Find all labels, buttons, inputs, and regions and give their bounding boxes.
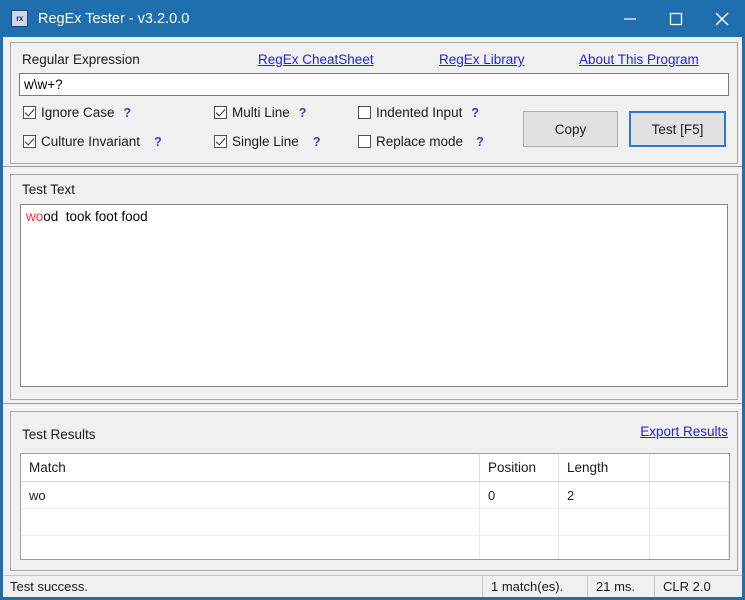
splitter-bottom[interactable] <box>3 403 742 408</box>
results-grid[interactable]: Match Position Length wo 0 2 <box>20 453 730 560</box>
maximize-icon[interactable] <box>653 0 699 37</box>
regex-label: Regular Expression <box>22 52 140 67</box>
checkbox-multi-line[interactable]: Multi Line ? <box>214 105 306 120</box>
table-row[interactable] <box>21 535 729 559</box>
regex-panel: Regular Expression RegEx CheatSheet RegE… <box>10 42 738 164</box>
checkbox-label-ignore-case: Ignore Case <box>41 105 115 120</box>
checkbox-box-multi-line[interactable] <box>214 106 227 119</box>
help-icon-single-line[interactable]: ? <box>313 135 321 149</box>
regex-tester-window: rx RegEx Tester - v3.2.0.0 Regular Expre… <box>0 0 745 600</box>
cell-match <box>21 508 480 536</box>
help-icon-replace-mode[interactable]: ? <box>476 135 484 149</box>
checkbox-indented-input[interactable]: Indented Input ? <box>358 105 479 120</box>
status-elapsed-time: 21 ms. <box>587 575 654 597</box>
window-controls <box>607 0 742 37</box>
checkbox-label-multi-line: Multi Line <box>232 105 290 120</box>
cell-length: 2 <box>558 481 650 509</box>
test-text-label: Test Text <box>22 182 76 197</box>
table-row[interactable] <box>21 508 729 536</box>
table-row[interactable]: wo 0 2 <box>21 481 729 509</box>
cell-length <box>558 535 650 559</box>
checkbox-replace-mode[interactable]: Replace mode ? <box>358 134 484 149</box>
results-table: Match Position Length wo 0 2 <box>21 454 729 559</box>
link-regex-cheatsheet[interactable]: RegEx CheatSheet <box>258 52 374 67</box>
link-regex-library[interactable]: RegEx Library <box>439 52 525 67</box>
help-icon-multi-line[interactable]: ? <box>299 106 307 120</box>
checkbox-label-culture-invariant: Culture Invariant <box>41 134 141 149</box>
cell-match <box>21 535 480 559</box>
cell-position: 0 <box>479 481 559 509</box>
app-icon-regex: rx <box>11 10 28 27</box>
status-text: Test success. <box>10 579 89 594</box>
column-header-length[interactable]: Length <box>558 454 650 482</box>
cell-length <box>558 508 650 536</box>
column-header-match[interactable]: Match <box>21 454 480 482</box>
checkbox-culture-invariant[interactable]: Culture Invariant ? <box>23 134 162 149</box>
test-text-remainder: od took foot food <box>43 209 148 224</box>
splitter-top[interactable] <box>3 166 742 171</box>
checkbox-box-replace-mode[interactable] <box>358 135 371 148</box>
cell-position <box>479 508 559 536</box>
close-icon[interactable] <box>699 0 742 37</box>
status-match-count: 1 match(es). <box>482 575 587 597</box>
resize-grip-icon[interactable] <box>729 576 742 598</box>
checkbox-label-single-line: Single Line <box>232 134 299 149</box>
title-bar: rx RegEx Tester - v3.2.0.0 <box>3 0 742 37</box>
copy-button[interactable]: Copy <box>523 111 618 147</box>
checkbox-box-single-line[interactable] <box>214 135 227 148</box>
column-header-position[interactable]: Position <box>479 454 559 482</box>
checkbox-label-indented-input: Indented Input <box>376 105 463 120</box>
minimize-icon[interactable] <box>607 0 653 37</box>
regex-input[interactable] <box>19 73 729 96</box>
status-bar: Test success. 1 match(es). 21 ms. CLR 2.… <box>3 575 742 598</box>
regex-header-row: Regular Expression RegEx CheatSheet RegE… <box>22 51 728 71</box>
table-header-row: Match Position Length <box>21 454 729 482</box>
link-export-results[interactable]: Export Results <box>640 424 728 439</box>
cell-extra <box>649 535 729 559</box>
checkbox-label-replace-mode: Replace mode <box>376 134 464 149</box>
link-about-this-program[interactable]: About This Program <box>579 52 699 67</box>
help-icon-indented-input[interactable]: ? <box>471 106 479 120</box>
test-text-input[interactable]: wood took foot food <box>20 204 728 387</box>
test-results-label: Test Results <box>22 427 96 442</box>
cell-position <box>479 535 559 559</box>
test-text-panel: Test Text wood took foot food <box>10 174 738 400</box>
window-title: RegEx Tester - v3.2.0.0 <box>38 10 190 27</box>
checkbox-ignore-case[interactable]: Ignore Case ? <box>23 105 131 120</box>
checkbox-box-ignore-case[interactable] <box>23 106 36 119</box>
column-header-empty[interactable] <box>649 454 729 482</box>
help-icon-ignore-case[interactable]: ? <box>124 106 132 120</box>
test-button[interactable]: Test [F5] <box>629 111 726 147</box>
test-text-match-highlight: wo <box>26 209 44 224</box>
checkbox-box-indented-input[interactable] <box>358 106 371 119</box>
test-results-panel: Test Results Export Results Match Positi… <box>10 411 738 571</box>
cell-match: wo <box>21 481 480 509</box>
cell-extra <box>649 481 729 509</box>
status-runtime-version: CLR 2.0 <box>654 575 729 597</box>
checkbox-single-line[interactable]: Single Line ? <box>214 134 320 149</box>
cell-extra <box>649 508 729 536</box>
checkbox-box-culture-invariant[interactable] <box>23 135 36 148</box>
help-icon-culture-invariant[interactable]: ? <box>154 135 162 149</box>
regex-options: Ignore Case ? Multi Line ? Indented Inpu… <box>23 105 523 160</box>
